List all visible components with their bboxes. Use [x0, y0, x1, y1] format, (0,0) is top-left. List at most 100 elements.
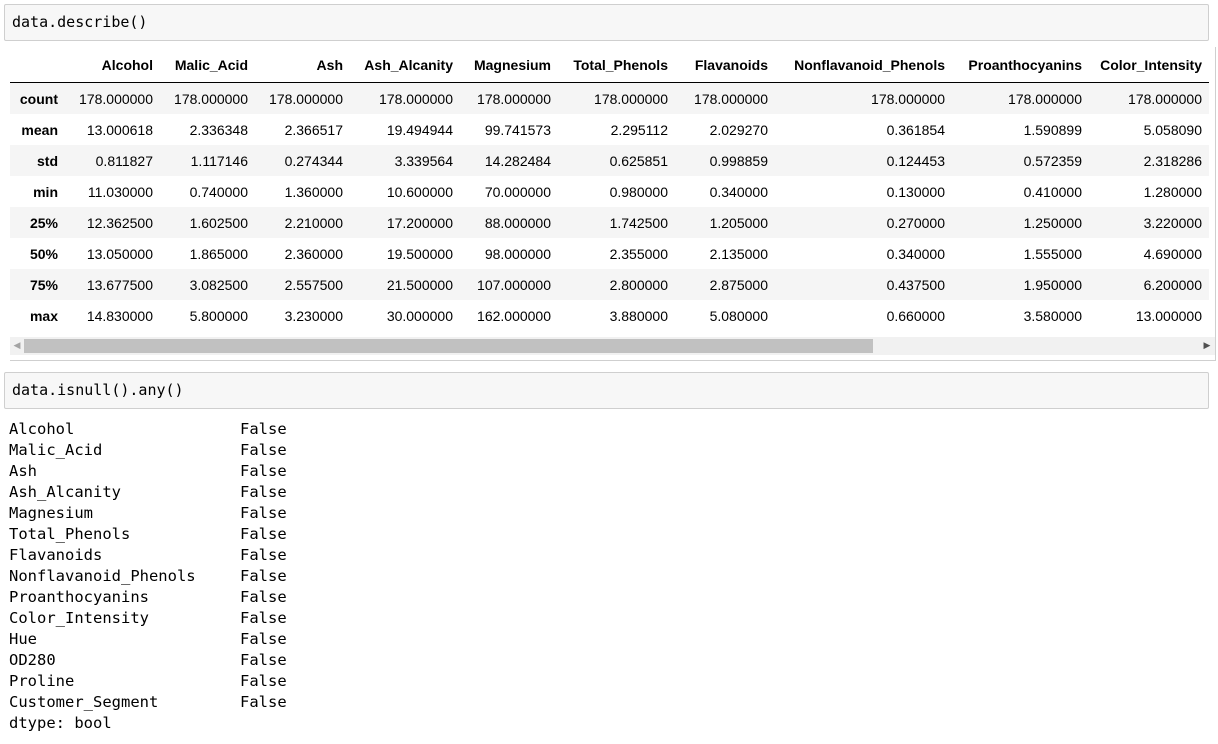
describe-code-text: data.describe() [12, 13, 148, 31]
list-item: Ash False [9, 461, 409, 482]
column-header: Ash [255, 47, 350, 83]
table-cell: 2.029270 [709, 121, 768, 138]
list-item: Ash_Alcanity False [9, 482, 409, 503]
table-cell: 2.295112 [610, 121, 668, 138]
table-cell: 1.865000 [189, 245, 248, 262]
list-item: Total_Phenols False [9, 524, 409, 545]
row-label: 75% [29, 276, 58, 293]
table-cell: 5.800000 [189, 307, 248, 324]
table-cell: 6.200000 [1143, 276, 1202, 293]
table-cell: 0.124453 [886, 152, 945, 169]
table-cell: 2.355000 [609, 245, 668, 262]
column-name: Hue [9, 630, 37, 648]
table-cell: 30.000000 [386, 307, 453, 324]
table-cell: 3.339564 [394, 152, 453, 169]
table-cell: 0.980000 [609, 183, 668, 200]
list-item: OD280 False [9, 650, 409, 671]
table-cell: 3.220000 [1143, 214, 1202, 231]
table-cell: 2.875000 [709, 276, 768, 293]
null-flag: False [240, 567, 287, 585]
table-cell: 162.000000 [477, 307, 551, 324]
table-cell: 2.800000 [609, 276, 668, 293]
table-cell: 1.742500 [609, 214, 668, 231]
triangle-left-icon[interactable]: ◀ [10, 337, 24, 355]
horizontal-scrollbar[interactable]: ◀ ▶ [10, 337, 1215, 355]
table-cell: 0.660000 [886, 307, 945, 324]
null-flag: False [240, 588, 287, 606]
null-flag: False [240, 630, 287, 648]
column-header: Malic_Acid [160, 47, 255, 83]
column-name: Alcohol [9, 420, 75, 438]
table-cell: 1.250000 [1023, 214, 1082, 231]
null-flag: False [240, 462, 287, 480]
table-cell: 19.500000 [386, 245, 453, 262]
describe-output: Alcohol Malic_Acid Ash Ash_Alcanity Magnesiu… [10, 47, 1216, 361]
isnull-code-cell[interactable]: data.isnull().any() [4, 372, 1209, 409]
list-item: Proanthocyanins False [9, 587, 409, 608]
row-label: mean [21, 121, 58, 138]
table-cell: 1.117146 [190, 152, 248, 169]
column-name: Total_Phenols [9, 525, 131, 543]
table-row: count 178.000000 178.000000 178.000000 178.0… [10, 82, 1209, 114]
table-cell: 0.130000 [886, 183, 945, 200]
table-cell: 178.000000 [594, 90, 668, 107]
table-cell: 178.000000 [694, 90, 768, 107]
table-cell: 0.437500 [886, 276, 945, 293]
list-item: Hue False [9, 629, 409, 650]
column-name: Flavanoids [9, 546, 103, 564]
table-cell: 178.000000 [1128, 90, 1202, 107]
table-cell: 178.000000 [1008, 90, 1082, 107]
table-cell: 1.950000 [1023, 276, 1082, 293]
describe-table-header: Alcohol Malic_Acid Ash Ash_Alcanity Magnesiu… [10, 47, 1209, 83]
column-name: Nonflavanoid_Phenols [9, 567, 196, 585]
table-cell: 0.361854 [886, 121, 945, 138]
column-name: Malic_Acid [9, 441, 103, 459]
table-cell: 5.058090 [1143, 121, 1202, 138]
dtype-line: dtype: bool [9, 714, 112, 732]
column-name: Magnesium [9, 504, 93, 522]
scrollbar-thumb[interactable] [24, 339, 873, 353]
list-item: Nonflavanoid_Phenols False [9, 566, 409, 587]
table-row: mean 13.000618 2.336348 2.366517 19.494944 99… [10, 114, 1209, 145]
row-label: min [33, 183, 58, 200]
null-flag: False [240, 483, 287, 501]
table-cell: 19.494944 [386, 121, 453, 138]
triangle-right-icon[interactable]: ▶ [1200, 337, 1214, 355]
table-cell: 98.000000 [484, 245, 551, 262]
table-cell: 12.362500 [86, 214, 153, 231]
table-cell: 3.580000 [1023, 307, 1082, 324]
table-cell: 0.572359 [1023, 152, 1082, 169]
table-cell: 3.230000 [284, 307, 343, 324]
index-header-blank [10, 47, 65, 83]
table-cell: 1.590899 [1023, 121, 1082, 138]
null-flag: False [240, 672, 287, 690]
null-flag: False [240, 525, 287, 543]
table-cell: 178.000000 [79, 90, 153, 107]
table-cell: 21.500000 [386, 276, 453, 293]
table-cell: 13.677500 [86, 276, 153, 293]
column-name: Customer_Segment [9, 693, 159, 711]
null-flag: False [240, 420, 287, 438]
table-cell: 178.000000 [477, 90, 551, 107]
null-flag: False [240, 546, 287, 564]
table-cell: 70.000000 [484, 183, 551, 200]
null-flag: False [240, 441, 287, 459]
describe-code-cell[interactable]: data.describe() [4, 4, 1209, 41]
row-label: std [37, 152, 58, 169]
table-cell: 1.555000 [1023, 245, 1082, 262]
table-cell: 1.602500 [189, 214, 248, 231]
row-label: 25% [29, 214, 58, 231]
table-cell: 0.340000 [709, 183, 768, 200]
table-row: std 0.811827 1.117146 0.274344 3.339564 14.28… [10, 145, 1209, 176]
column-name: Ash [9, 462, 37, 480]
table-cell: 13.000000 [1135, 307, 1202, 324]
column-header: Total_Phenols [558, 47, 675, 83]
isnull-output: Alcohol False Malic_Acid False Ash False Ash_A… [9, 419, 409, 734]
table-cell: 2.360000 [284, 245, 343, 262]
isnull-code-text: data.isnull().any() [12, 381, 184, 399]
table-row: 75% 13.677500 3.082500 2.557500 21.500000 107… [10, 269, 1209, 300]
describe-table: Alcohol Malic_Acid Ash Ash_Alcanity Magnesiu… [10, 47, 1209, 331]
table-cell: 3.880000 [609, 307, 668, 324]
column-name: OD280 [9, 651, 56, 669]
list-item: Magnesium False [9, 503, 409, 524]
